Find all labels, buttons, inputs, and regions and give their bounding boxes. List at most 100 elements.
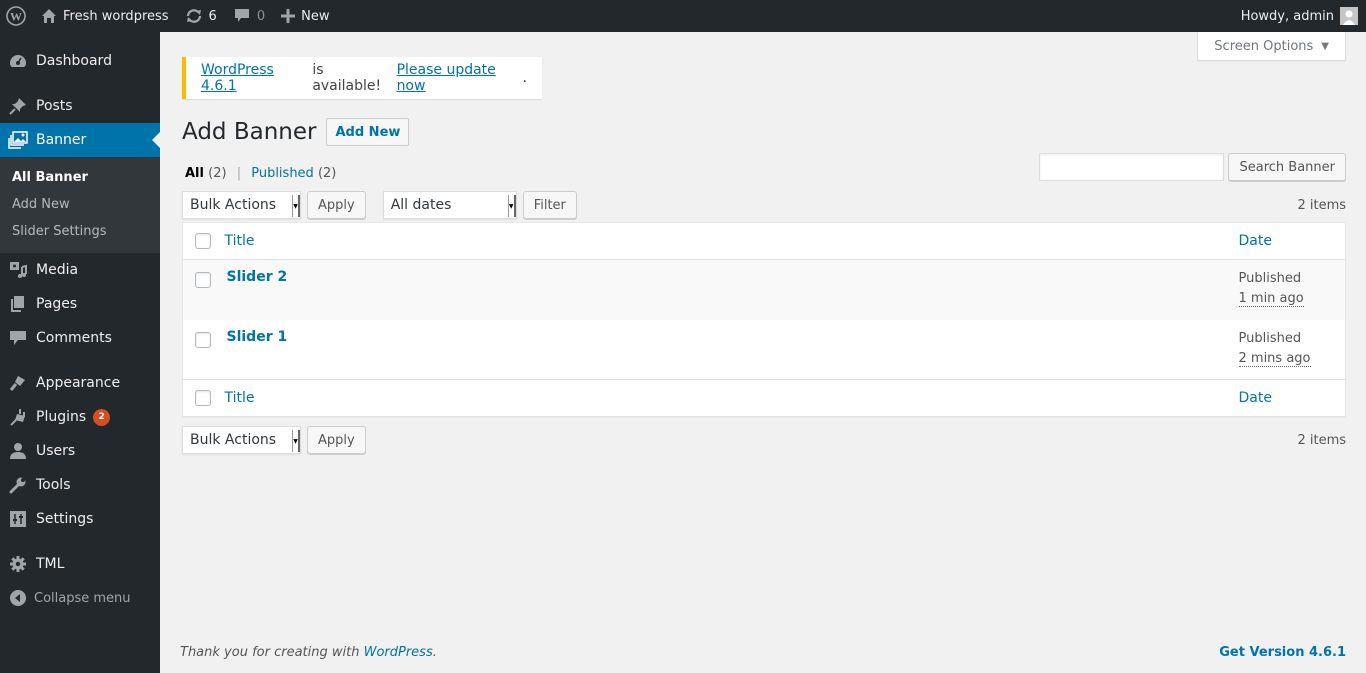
pages-icon — [0, 295, 36, 313]
wordpress-version-link[interactable]: WordPress 4.6.1 — [201, 62, 308, 94]
row-checkbox[interactable] — [195, 272, 211, 288]
table-footer-row: Title Date — [182, 379, 1346, 417]
bulk-actions-select-bottom[interactable]: Bulk Actions ▼ — [182, 426, 301, 454]
plus-icon — [281, 9, 296, 23]
bulk-actions-select[interactable]: Bulk Actions ▼ — [182, 191, 301, 219]
sidebar-item-pages[interactable]: Pages — [0, 287, 160, 321]
screen-options-button[interactable]: Screen Options ▼ — [1197, 32, 1346, 61]
select-all-checkbox-bottom[interactable] — [195, 390, 211, 406]
my-account-link[interactable]: Howdy, admin — [1233, 0, 1366, 32]
row-date: 1 min ago — [1238, 291, 1304, 307]
caret-down-icon: ▼ — [1321, 40, 1329, 52]
admin-sidebar: Dashboard Posts Banner All Banner Add Ne… — [0, 32, 160, 673]
row-checkbox[interactable] — [195, 331, 211, 348]
column-title-sort-bottom[interactable]: Title — [225, 390, 255, 406]
update-now-link[interactable]: Please update now — [397, 62, 523, 94]
wrench-icon — [0, 476, 36, 494]
column-title-sort[interactable]: Title — [225, 233, 255, 249]
search-button[interactable]: Search Banner — [1228, 153, 1346, 181]
home-icon — [41, 8, 57, 24]
submenu-all-banner[interactable]: All Banner — [0, 164, 160, 191]
wordpress-logo-icon: W — [6, 6, 26, 26]
submenu-add-new[interactable]: Add New — [0, 191, 160, 218]
items-count: 2 items — [1297, 197, 1346, 213]
sidebar-item-appearance[interactable]: Appearance — [0, 366, 160, 400]
table-row: Slider 2 Published 1 min ago — [182, 259, 1346, 320]
dropdown-arrow-icon: ▼ — [292, 430, 300, 452]
column-date-sort-bottom[interactable]: Date — [1239, 390, 1272, 406]
sidebar-item-plugins[interactable]: Plugins 2 — [0, 400, 160, 434]
row-title-link[interactable]: Slider 1 — [225, 329, 288, 345]
updates-count: 6 — [208, 8, 217, 24]
search-input[interactable] — [1039, 153, 1225, 181]
filter-published[interactable]: Published — [251, 166, 314, 181]
get-version-link[interactable]: Get Version 4.6.1 — [1219, 645, 1346, 660]
date-filter-select[interactable]: All dates ▼ — [382, 191, 517, 219]
table-header-row: Title Date — [182, 223, 1346, 260]
paintbrush-icon — [0, 374, 36, 392]
svg-text:W: W — [10, 10, 22, 24]
collapse-menu-button[interactable]: Collapse menu — [0, 581, 160, 615]
status-filters: All (2) | Published (2) — [185, 166, 337, 181]
banner-table: Title Date Slider 2 Published 1 min ago … — [182, 222, 1346, 417]
submenu-slider-settings[interactable]: Slider Settings — [0, 218, 160, 245]
page-heading: Add Banner Add New — [182, 118, 410, 146]
update-icon — [185, 8, 203, 24]
sidebar-item-users[interactable]: Users — [0, 434, 160, 468]
plugins-update-badge: 2 — [93, 408, 111, 426]
filter-all[interactable]: All — [185, 166, 204, 181]
sidebar-item-media[interactable]: Media — [0, 253, 160, 287]
pin-icon — [0, 97, 36, 115]
published-count: (2) — [317, 166, 337, 181]
sidebar-item-dashboard[interactable]: Dashboard — [0, 44, 160, 78]
items-count-bottom: 2 items — [1297, 432, 1346, 448]
filter-button[interactable]: Filter — [522, 191, 577, 219]
user-icon — [0, 442, 36, 460]
gear-icon — [0, 555, 36, 573]
update-notice: WordPress 4.6.1 is available! Please upd… — [182, 57, 542, 99]
images-icon — [0, 131, 36, 149]
apply-button-bottom[interactable]: Apply — [307, 426, 366, 454]
dashboard-icon — [0, 52, 36, 70]
banner-submenu: All Banner Add New Slider Settings — [0, 157, 160, 253]
avatar — [1340, 7, 1358, 25]
new-label: New — [301, 8, 330, 24]
row-title-link[interactable]: Slider 2 — [225, 269, 288, 285]
admin-bar: W Fresh wordpress 6 0 New Howdy, admin — [0, 0, 1366, 32]
select-all-checkbox[interactable] — [195, 233, 211, 249]
comment-icon — [0, 329, 36, 347]
row-status: Published — [1238, 330, 1302, 346]
dropdown-arrow-icon: ▼ — [507, 195, 516, 217]
collapse-menu-label: Collapse menu — [34, 590, 131, 606]
sidebar-item-posts[interactable]: Posts — [0, 89, 160, 123]
column-date-sort[interactable]: Date — [1239, 233, 1272, 249]
tablenav-top: Bulk Actions ▼ Apply All dates ▼ Filter … — [182, 191, 1346, 219]
comment-icon — [233, 8, 251, 24]
new-content-link[interactable]: New — [273, 0, 337, 32]
table-row: Slider 1 Published 2 mins ago — [183, 320, 1346, 380]
sidebar-item-tml[interactable]: TML — [0, 547, 160, 581]
wordpress-logo-button[interactable]: W — [0, 0, 33, 32]
sidebar-item-comments[interactable]: Comments — [0, 321, 160, 355]
search-box: Search Banner — [1039, 153, 1346, 181]
comments-count: 0 — [256, 8, 266, 24]
tablenav-bottom: Bulk Actions ▼ Apply 2 items — [182, 426, 1346, 454]
media-icon — [0, 261, 36, 279]
apply-button[interactable]: Apply — [307, 191, 366, 219]
comments-link[interactable]: 0 — [225, 0, 273, 32]
footer-wordpress-link[interactable]: WordPress — [364, 645, 433, 660]
sidebar-item-settings[interactable]: Settings — [0, 502, 160, 536]
sidebar-item-banner[interactable]: Banner — [0, 123, 160, 157]
row-status: Published — [1238, 271, 1302, 286]
dropdown-arrow-icon: ▼ — [292, 195, 300, 217]
row-date: 2 mins ago — [1238, 350, 1311, 367]
site-name-link[interactable]: Fresh wordpress — [33, 0, 177, 32]
collapse-arrow-icon — [0, 589, 36, 607]
main-content: Screen Options ▼ WordPress 4.6.1 is avai… — [160, 32, 1366, 673]
page-title: Add Banner — [182, 119, 317, 145]
greeting: Howdy, admin — [1240, 8, 1334, 24]
add-new-button[interactable]: Add New — [326, 118, 410, 146]
sidebar-item-tools[interactable]: Tools — [0, 468, 160, 502]
updates-link[interactable]: 6 — [177, 0, 225, 32]
all-count: (2) — [208, 166, 227, 181]
